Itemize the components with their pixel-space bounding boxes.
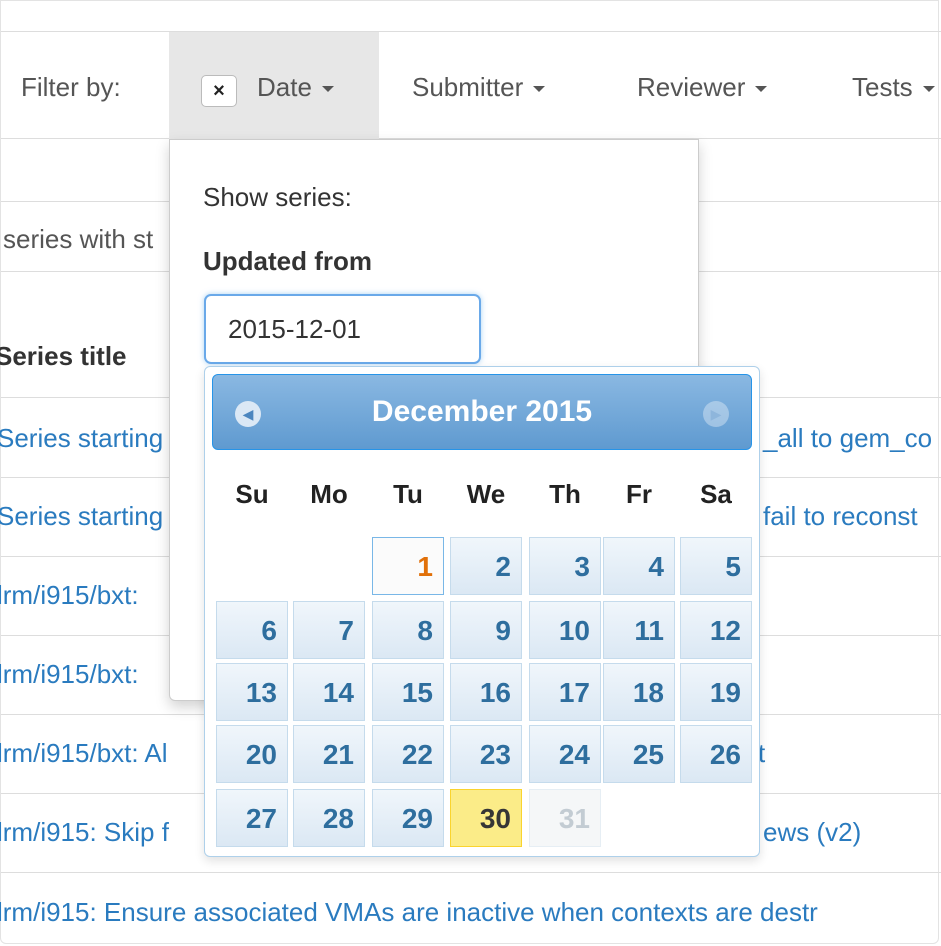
filter-tests-label: Tests: [852, 72, 913, 102]
datepicker-header: ◀ December 2015 ▶: [212, 374, 752, 450]
divider: [1, 872, 941, 873]
series-description: series with st: [3, 224, 154, 254]
weekday-header: Tu: [393, 479, 423, 509]
filter-date-label: Date: [257, 72, 312, 102]
datepicker-month-title: December 2015: [371, 395, 593, 428]
calendar-day[interactable]: 2: [450, 537, 522, 595]
calendar-day[interactable]: 6: [216, 601, 288, 659]
series-row-link[interactable]: lrm/i915/bxt:: [0, 659, 139, 690]
filter-date[interactable]: × Date: [169, 32, 379, 140]
filter-submitter-button[interactable]: Submitter: [412, 72, 546, 103]
calendar-day[interactable]: 15: [372, 663, 444, 721]
calendar-day[interactable]: 12: [680, 601, 752, 659]
series-row-link-tail[interactable]: ews (v2): [763, 817, 861, 848]
calendar-day[interactable]: 23: [450, 725, 522, 783]
weekday-header: Th: [549, 479, 581, 509]
clear-date-filter-icon[interactable]: ×: [201, 75, 237, 107]
column-header-series-title: Series title: [0, 341, 127, 371]
caret-down-icon: [533, 86, 546, 93]
dropdown-title: Show series:: [203, 182, 352, 212]
calendar-day[interactable]: 25: [603, 725, 675, 783]
caret-down-icon: [321, 86, 334, 93]
series-row-link[interactable]: lrm/i915: Ensure associated VMAs are ina…: [0, 897, 818, 928]
filter-submitter-label: Submitter: [412, 72, 524, 102]
caret-down-icon: [755, 86, 768, 93]
filter-reviewer-label: Reviewer: [637, 72, 746, 102]
weekday-header: Fr: [626, 479, 652, 509]
calendar-day[interactable]: 14: [293, 663, 365, 721]
updated-from-label: Updated from: [203, 246, 372, 276]
calendar-day[interactable]: 13: [216, 663, 288, 721]
series-row-link[interactable]: Series starting: [0, 501, 163, 532]
calendar-day[interactable]: 24: [529, 725, 601, 783]
weekday-header: Sa: [700, 479, 732, 509]
calendar-day[interactable]: 8: [372, 601, 444, 659]
calendar-day[interactable]: 21: [293, 725, 365, 783]
weekday-header: Mo: [310, 479, 348, 509]
calendar-day[interactable]: 16: [450, 663, 522, 721]
calendar-day[interactable]: 10: [529, 601, 601, 659]
calendar-day[interactable]: 7: [293, 601, 365, 659]
page-frame: Filter by: × Date Submitter Reviewer Tes…: [0, 0, 941, 944]
filter-reviewer-button[interactable]: Reviewer: [637, 72, 768, 103]
calendar-day[interactable]: 9: [450, 601, 522, 659]
updated-from-input[interactable]: 2015-12-01: [204, 294, 481, 364]
series-row-link[interactable]: lrm/i915/bxt: Al: [0, 738, 168, 769]
weekday-header: Su: [235, 479, 269, 509]
filter-date-button[interactable]: Date: [257, 72, 334, 103]
calendar-day[interactable]: 28: [293, 789, 365, 847]
series-row-link[interactable]: lrm/i915: Skip f: [0, 817, 169, 848]
series-row-link-tail[interactable]: _all to gem_co: [763, 423, 932, 454]
calendar-day[interactable]: 5: [680, 537, 752, 595]
filter-label: Filter by:: [21, 72, 121, 102]
calendar-day[interactable]: 29: [372, 789, 444, 847]
next-month-icon[interactable]: ▶: [703, 401, 729, 427]
calendar-day[interactable]: 20: [216, 725, 288, 783]
calendar-day[interactable]: 17: [529, 663, 601, 721]
calendar-day[interactable]: 18: [603, 663, 675, 721]
weekday-header: We: [466, 479, 506, 509]
calendar-day[interactable]: 26: [680, 725, 752, 783]
caret-down-icon: [922, 86, 935, 93]
series-row-link-tail[interactable]: fail to reconst: [763, 501, 918, 532]
calendar-day: 31: [529, 789, 601, 847]
calendar-day[interactable]: 1: [372, 537, 444, 595]
calendar-day[interactable]: 27: [216, 789, 288, 847]
calendar-day[interactable]: 3: [529, 537, 601, 595]
filter-bar: Filter by: × Date Submitter Reviewer Tes…: [1, 31, 941, 140]
series-row-link[interactable]: lrm/i915/bxt:: [0, 580, 139, 611]
datepicker: ◀ December 2015 ▶ Su Mo Tu We Th Fr Sa 1 2 3 4 5 6 7 8…: [204, 366, 760, 857]
filter-tests-button[interactable]: Tests: [852, 72, 935, 103]
calendar-day[interactable]: 30: [450, 789, 522, 847]
series-row-link[interactable]: Series starting: [0, 423, 163, 454]
calendar-day[interactable]: 19: [680, 663, 752, 721]
calendar-day[interactable]: 22: [372, 725, 444, 783]
calendar-day[interactable]: 11: [603, 601, 675, 659]
calendar-day[interactable]: 4: [603, 537, 675, 595]
